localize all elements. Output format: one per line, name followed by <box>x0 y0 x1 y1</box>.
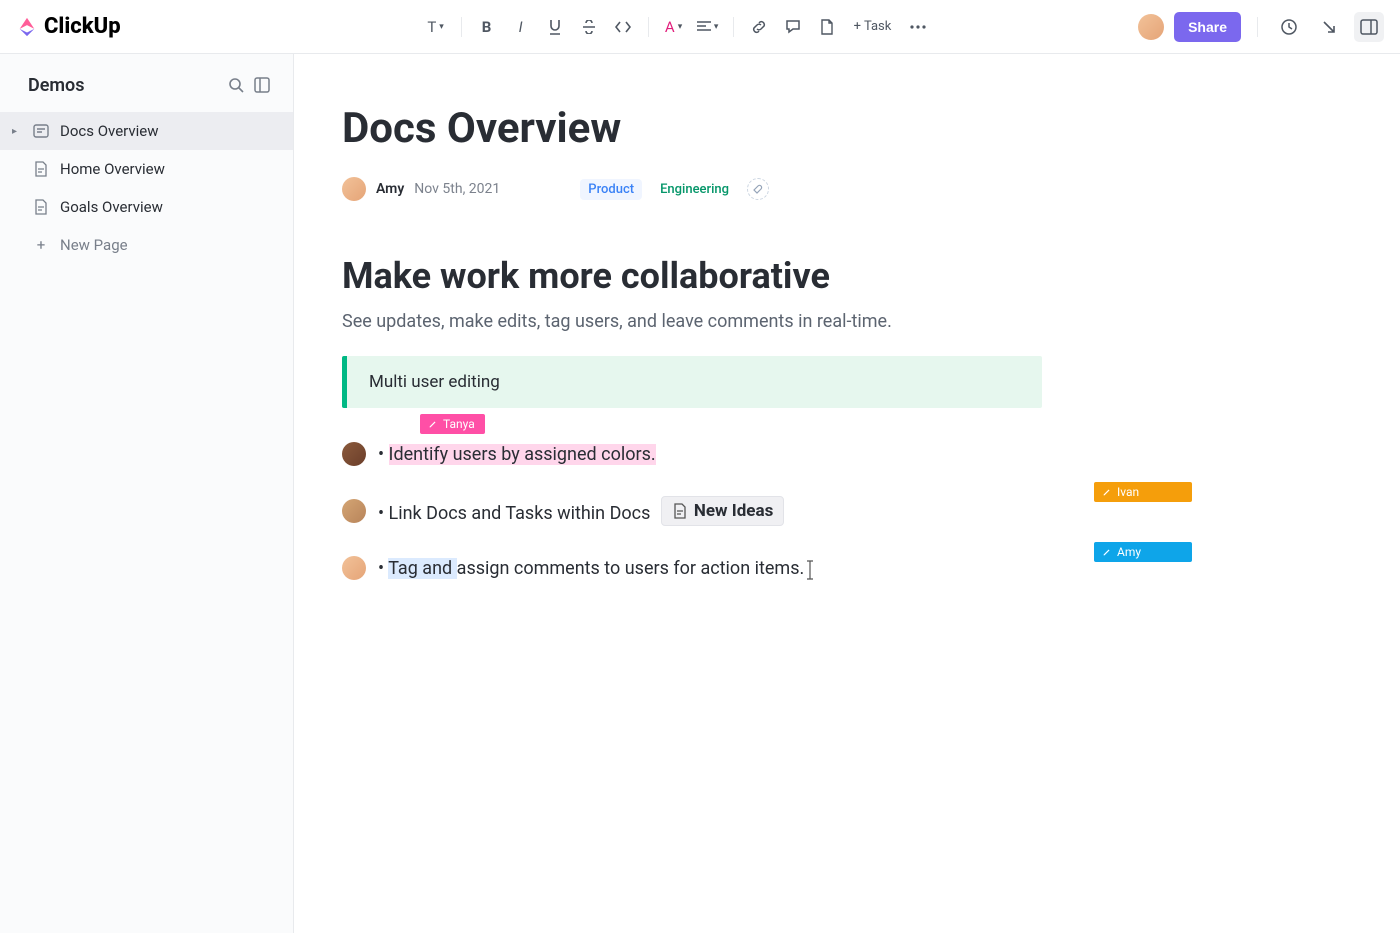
page-title[interactable]: Docs Overview <box>342 104 1042 153</box>
section-heading[interactable]: Make work more collaborative <box>342 255 1042 297</box>
search-icon[interactable] <box>223 72 249 98</box>
sidebar-header: Demos <box>0 72 293 112</box>
add-tag-button[interactable] <box>747 178 769 200</box>
pencil-icon <box>1102 547 1112 557</box>
current-user-avatar[interactable] <box>1138 14 1164 40</box>
underline-button[interactable] <box>540 12 570 42</box>
formatting-toolbar: T▾ B I A▾ ▾ + Task <box>421 12 934 42</box>
text-style-dropdown[interactable]: T▾ <box>421 12 451 42</box>
bullet-text[interactable]: • Tag and assign comments to users for a… <box>378 558 804 579</box>
panel-toggle-button[interactable] <box>1354 12 1384 42</box>
sidebar: Demos ▸ Docs Overview Home Overview Goal… <box>0 54 294 933</box>
bullet-text[interactable]: • Link Docs and Tasks within Docs New Id… <box>378 496 784 526</box>
share-button[interactable]: Share <box>1174 12 1241 42</box>
callout-text: Multi user editing <box>369 372 500 392</box>
text-cursor-icon <box>804 560 816 580</box>
bullet-row-2[interactable]: Ivan • Link Docs and Tasks within Docs N… <box>342 496 1042 526</box>
document-icon <box>32 160 50 178</box>
comment-button[interactable] <box>778 12 808 42</box>
sidebar-item-goals-overview[interactable]: Goals Overview <box>0 188 293 226</box>
collaborator-tag-ivan: Ivan <box>1094 482 1192 502</box>
attachment-button[interactable] <box>812 12 842 42</box>
collaborator-avatar <box>342 499 366 523</box>
separator <box>648 17 649 37</box>
bullet-row-1[interactable]: Tanya • Identify users by assigned color… <box>342 442 1042 466</box>
separator <box>1257 17 1258 37</box>
link-button[interactable] <box>744 12 774 42</box>
sidebar-item-label: Docs Overview <box>60 122 159 140</box>
bullet-row-3[interactable]: Amy • Tag and assign comments to users f… <box>342 556 1042 580</box>
header-right-tools: Share <box>1138 12 1384 42</box>
collaborator-avatar <box>342 556 366 580</box>
code-button[interactable] <box>608 12 638 42</box>
separator <box>461 17 462 37</box>
sidebar-item-label: Goals Overview <box>60 198 163 216</box>
tag-product[interactable]: Product <box>580 179 642 200</box>
section-subtitle[interactable]: See updates, make edits, tag users, and … <box>342 311 1042 332</box>
bold-button[interactable]: B <box>472 12 502 42</box>
document-icon <box>32 198 50 216</box>
more-button[interactable] <box>903 12 933 42</box>
collaborator-avatar <box>342 442 366 466</box>
author-name: Amy <box>376 181 404 197</box>
pencil-icon <box>1102 487 1112 497</box>
brand-logo[interactable]: ClickUp <box>16 14 121 39</box>
doc-date: Nov 5th, 2021 <box>414 181 500 197</box>
collaborator-tag-tanya: Tanya <box>420 414 485 434</box>
sidebar-item-home-overview[interactable]: Home Overview <box>0 150 293 188</box>
brand-name: ClickUp <box>44 14 121 39</box>
strikethrough-button[interactable] <box>574 12 604 42</box>
align-dropdown[interactable]: ▾ <box>693 12 723 42</box>
app-body: Demos ▸ Docs Overview Home Overview Goal… <box>0 54 1400 933</box>
separator <box>733 17 734 37</box>
collaborator-tag-amy: Amy <box>1094 542 1192 562</box>
pencil-icon <box>428 419 438 429</box>
doc-link-chip[interactable]: New Ideas <box>661 496 784 526</box>
italic-button[interactable]: I <box>506 12 536 42</box>
add-task-button[interactable]: + Task <box>846 12 900 42</box>
clickup-logo-icon <box>16 16 38 38</box>
bullet-text[interactable]: • Identify users by assigned colors. <box>378 444 656 465</box>
collapse-sidebar-icon[interactable] <box>249 72 275 98</box>
tag-engineering[interactable]: Engineering <box>652 179 737 200</box>
document-icon <box>32 122 50 140</box>
document-editor[interactable]: Docs Overview Amy Nov 5th, 2021 Product … <box>294 54 1400 933</box>
sidebar-title: Demos <box>28 75 223 96</box>
sidebar-item-label: New Page <box>60 236 128 254</box>
author-avatar[interactable] <box>342 177 366 201</box>
download-button[interactable] <box>1314 12 1344 42</box>
font-color-dropdown[interactable]: A▾ <box>659 12 689 42</box>
document-icon <box>672 503 688 519</box>
sidebar-new-page[interactable]: + New Page <box>0 226 293 264</box>
sidebar-item-docs-overview[interactable]: ▸ Docs Overview <box>0 112 293 150</box>
header-bar: ClickUp T▾ B I A▾ ▾ + Task Share <box>0 0 1400 54</box>
sidebar-item-label: Home Overview <box>60 160 165 178</box>
callout-block[interactable]: Multi user editing <box>342 356 1042 408</box>
doc-meta-row: Amy Nov 5th, 2021 Product Engineering <box>342 177 1042 201</box>
chevron-right-icon: ▸ <box>12 126 22 137</box>
plus-icon: + <box>32 236 50 254</box>
history-button[interactable] <box>1274 12 1304 42</box>
